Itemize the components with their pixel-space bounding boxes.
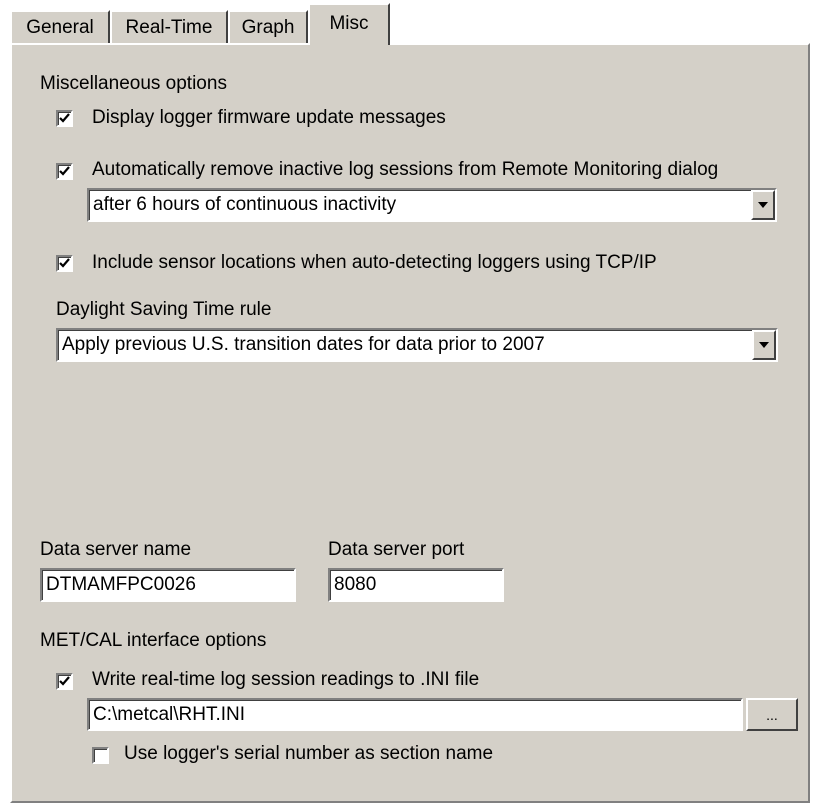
data-server-name-label: Data server name: [40, 539, 192, 560]
sensor-locations-checkbox[interactable]: [56, 255, 73, 272]
metcal-options-heading: MET/CAL interface options: [40, 630, 267, 651]
tab-graph[interactable]: Graph: [228, 10, 308, 44]
tab-real-time[interactable]: Real-Time: [110, 10, 228, 44]
tab-general[interactable]: General: [10, 10, 110, 44]
tab-misc[interactable]: Misc: [308, 3, 390, 45]
serial-section-label[interactable]: Use logger's serial number as section na…: [124, 743, 493, 765]
check-icon: [59, 258, 70, 268]
browse-button[interactable]: ...: [746, 698, 798, 731]
firmware-messages-checkbox[interactable]: [56, 110, 73, 127]
data-server-port-input[interactable]: 8080: [328, 568, 504, 602]
data-server-name-value: DTMAMFPC0026: [46, 574, 196, 595]
auto-remove-checkbox[interactable]: [56, 163, 73, 180]
data-server-name-input[interactable]: DTMAMFPC0026: [40, 568, 296, 602]
tab-graph-label: Graph: [241, 17, 295, 38]
inactivity-dropdown[interactable]: after 6 hours of continuous inactivity: [87, 188, 777, 222]
chevron-down-icon: [758, 202, 768, 208]
serial-section-checkbox[interactable]: [92, 747, 109, 764]
check-icon: [59, 113, 70, 123]
check-icon: [59, 166, 70, 176]
tab-real-time-label: Real-Time: [125, 17, 213, 38]
misc-tab-panel: Miscellaneous options Display logger fir…: [10, 43, 810, 803]
ini-path-input[interactable]: C:\metcal\RHT.INI: [87, 698, 743, 731]
chevron-down-icon: [759, 342, 769, 348]
write-readings-checkbox[interactable]: [56, 673, 73, 690]
tab-general-label: General: [26, 17, 94, 38]
data-server-port-label: Data server port: [328, 539, 465, 560]
tab-misc-label: Misc: [329, 13, 369, 34]
sensor-locations-label[interactable]: Include sensor locations when auto-detec…: [92, 252, 657, 274]
firmware-messages-label[interactable]: Display logger firmware update messages: [92, 107, 446, 129]
dst-rule-dropdown[interactable]: Apply previous U.S. transition dates for…: [56, 328, 778, 362]
dst-rule-dropdown-button[interactable]: [752, 330, 776, 360]
dst-rule-dropdown-value: Apply previous U.S. transition dates for…: [62, 334, 545, 355]
write-readings-label[interactable]: Write real-time log session readings to …: [92, 669, 479, 691]
check-icon: [59, 676, 70, 686]
misc-options-heading: Miscellaneous options: [40, 73, 227, 94]
data-server-port-value: 8080: [334, 574, 377, 595]
inactivity-dropdown-value: after 6 hours of continuous inactivity: [93, 194, 397, 215]
ini-path-value: C:\metcal\RHT.INI: [93, 704, 246, 725]
auto-remove-label[interactable]: Automatically remove inactive log sessio…: [92, 159, 718, 181]
dst-rule-label: Daylight Saving Time rule: [56, 299, 272, 320]
browse-button-label: ...: [766, 706, 778, 723]
inactivity-dropdown-button[interactable]: [751, 190, 775, 220]
